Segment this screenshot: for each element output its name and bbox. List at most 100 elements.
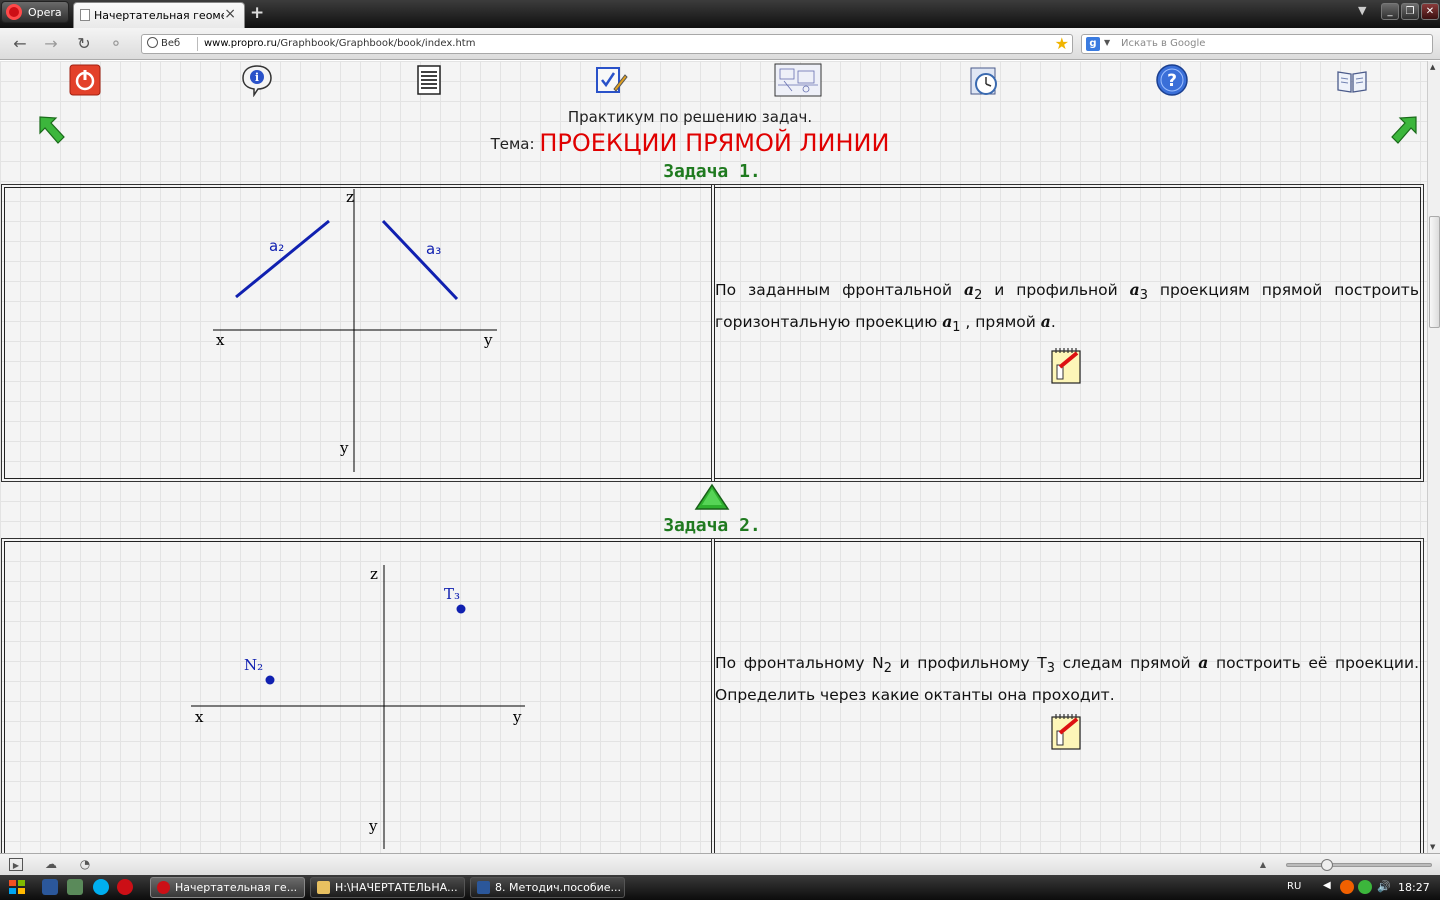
axis-label-y-bottom: y bbox=[368, 817, 378, 835]
page-icon bbox=[80, 9, 90, 21]
globe-icon bbox=[147, 37, 158, 48]
address-url[interactable]: www.propro.ru/Graphbook/Graphbook/book/i… bbox=[204, 38, 475, 49]
window-minimize-button[interactable]: _ bbox=[1381, 3, 1399, 20]
tray-expand-icon[interactable]: ◀ bbox=[1323, 880, 1331, 891]
task-1-description-line-1: По заданным фронтальной a2 и профильной … bbox=[715, 280, 1419, 304]
scroll-down-icon[interactable]: ▼ bbox=[1430, 843, 1435, 851]
task-2-title: Задача 2. bbox=[663, 515, 761, 536]
task-1-description: По заданным фронтальной a2 и профильной … bbox=[715, 277, 1419, 341]
browser-status-bar: ▶ ☁ ◔ ▲ bbox=[0, 853, 1440, 875]
back-arrow-icon[interactable]: ← bbox=[9, 34, 31, 54]
bookmark-star-icon[interactable]: ★ bbox=[1055, 34, 1069, 53]
browser-tab-active[interactable]: Начертательная геоме... × bbox=[73, 2, 245, 28]
drawing-thumbnail-icon[interactable] bbox=[774, 63, 822, 97]
axis-label-z: z bbox=[370, 565, 378, 583]
task-2-description: По фронтальному N2 и профильному T3 след… bbox=[715, 650, 1419, 708]
help-icon[interactable]: ? bbox=[1155, 63, 1189, 97]
taskbar-item-opera[interactable]: Начертательная ге... bbox=[150, 877, 305, 898]
power-icon[interactable] bbox=[68, 63, 102, 97]
task-2-description-line-2: Определить через какие октанты она прохо… bbox=[715, 686, 1115, 705]
point-t3 bbox=[456, 604, 466, 614]
new-tab-button[interactable]: + bbox=[250, 3, 264, 23]
window-restore-button[interactable]: ❐ bbox=[1401, 3, 1419, 20]
topic-line: Тема: ПРОЕКЦИИ ПРЯМОЙ ЛИНИИ bbox=[0, 129, 1380, 157]
topic-title: ПРОЕКЦИИ ПРЯМОЙ ЛИНИИ bbox=[539, 129, 890, 157]
task-1-notepad-icon[interactable] bbox=[1050, 347, 1082, 385]
opera-quicklaunch-icon[interactable] bbox=[117, 879, 133, 895]
zoom-slider[interactable] bbox=[1286, 859, 1432, 871]
turbo-gauge-icon[interactable]: ◔ bbox=[78, 858, 92, 871]
opera-menu-label: Opera bbox=[28, 6, 62, 19]
axis-label-z: z bbox=[346, 188, 354, 206]
point-n2 bbox=[265, 675, 275, 685]
task-1-drawing: z x y y a₂ a₃ bbox=[213, 188, 497, 472]
label-a3: a₃ bbox=[426, 240, 441, 258]
skype-quicklaunch-icon[interactable] bbox=[93, 879, 109, 895]
scrollbar-thumb[interactable] bbox=[1429, 216, 1440, 328]
tray-app-icon[interactable] bbox=[1340, 880, 1354, 894]
task-2-drawing: z x y y N₂ T₃ bbox=[191, 565, 525, 849]
reload-icon[interactable]: ↻ bbox=[73, 34, 95, 54]
tray-shield-icon[interactable] bbox=[1358, 880, 1372, 894]
zoom-slider-knob[interactable] bbox=[1321, 859, 1333, 871]
document-icon[interactable] bbox=[412, 63, 446, 97]
scroll-to-top-arrow-icon[interactable] bbox=[694, 483, 730, 511]
task-1-title: Задача 1. bbox=[663, 161, 761, 182]
topic-label: Тема: bbox=[490, 135, 535, 153]
address-mode-badge[interactable]: Веб bbox=[147, 37, 180, 49]
search-field[interactable]: g ▼ Искать в Google bbox=[1081, 34, 1433, 54]
taskbar-item-folder[interactable]: H:\НАЧЕРТАТЕЛЬНА... bbox=[310, 877, 465, 898]
task-2-notepad-icon[interactable] bbox=[1050, 713, 1082, 751]
search-engine-dropdown-icon[interactable]: ▼ bbox=[1104, 38, 1110, 47]
clock-time[interactable]: 18:27 bbox=[1398, 881, 1430, 894]
navigation-bar: ← → ↻ ⚬ Веб www.propro.ru/Graphbook/Grap… bbox=[0, 28, 1440, 60]
tab-title: Начертательная геоме... bbox=[94, 9, 224, 22]
page-content: i ? Практикум по решению задач. Тема: ПР… bbox=[0, 61, 1427, 853]
browser-title-bar: Opera Начертательная геоме... × + ▼ _ ❐ … bbox=[0, 0, 1440, 28]
zoom-popup-icon[interactable]: ▲ bbox=[1256, 858, 1270, 871]
opera-unite-cloud-icon[interactable]: ☁ bbox=[44, 858, 58, 871]
axis-label-y-right: y bbox=[483, 331, 493, 349]
forward-page-arrow-icon[interactable] bbox=[1390, 113, 1420, 149]
info-icon[interactable]: i bbox=[240, 63, 274, 97]
key-icon[interactable]: ⚬ bbox=[105, 34, 127, 54]
taskbar-item-word[interactable]: 8. Методич.пособие... bbox=[470, 877, 625, 898]
address-bar[interactable]: Веб www.propro.ru/Graphbook/Graphbook/bo… bbox=[141, 34, 1073, 54]
opera-menu-button[interactable]: Opera bbox=[1, 1, 69, 23]
svg-text:i: i bbox=[255, 71, 259, 84]
label-n2: N₂ bbox=[244, 656, 263, 674]
axis-label-x: x bbox=[216, 331, 225, 349]
vertical-scrollbar[interactable]: ▲ ▼ bbox=[1427, 61, 1440, 853]
windows-taskbar: Начертательная ге... H:\НАЧЕРТАТЕЛЬНА...… bbox=[0, 875, 1440, 900]
word-icon bbox=[477, 881, 490, 894]
opera-logo-icon bbox=[6, 4, 22, 20]
axis-label-y-right: y bbox=[512, 708, 522, 726]
clock-icon[interactable] bbox=[968, 63, 1002, 97]
axis-label-y-bottom: y bbox=[339, 439, 349, 457]
windows-start-icon[interactable] bbox=[4, 877, 30, 898]
edit-check-icon[interactable] bbox=[594, 63, 628, 97]
line-a3 bbox=[381, 219, 459, 301]
task-2-description-line-1: По фронтальному N2 и профильному T3 след… bbox=[715, 653, 1420, 677]
axis-label-x: x bbox=[195, 708, 204, 726]
folder-icon bbox=[317, 881, 330, 894]
panel-toggle-icon[interactable]: ▶ bbox=[9, 858, 23, 871]
line-a2 bbox=[235, 219, 330, 299]
app-quicklaunch-icon[interactable] bbox=[67, 879, 83, 895]
word-quicklaunch-icon[interactable] bbox=[42, 879, 58, 895]
page-subtitle: Практикум по решению задач. bbox=[567, 108, 813, 126]
opera-icon bbox=[157, 881, 170, 894]
forward-arrow-icon[interactable]: → bbox=[40, 34, 62, 54]
label-a2: a₂ bbox=[269, 237, 284, 255]
label-t3: T₃ bbox=[444, 585, 460, 603]
window-close-button[interactable]: ✕ bbox=[1421, 3, 1439, 20]
book-icon[interactable] bbox=[1335, 63, 1369, 97]
search-placeholder: Искать в Google bbox=[1121, 38, 1206, 49]
tab-close-icon[interactable]: × bbox=[224, 6, 236, 22]
svg-text:?: ? bbox=[1167, 71, 1177, 91]
volume-icon[interactable]: 🔊 bbox=[1377, 880, 1391, 893]
scroll-up-icon[interactable]: ▲ bbox=[1430, 63, 1435, 71]
google-icon[interactable]: g bbox=[1086, 37, 1100, 51]
tab-list-dropdown-icon[interactable]: ▼ bbox=[1358, 4, 1366, 17]
keyboard-language-indicator[interactable]: RU bbox=[1287, 881, 1301, 892]
